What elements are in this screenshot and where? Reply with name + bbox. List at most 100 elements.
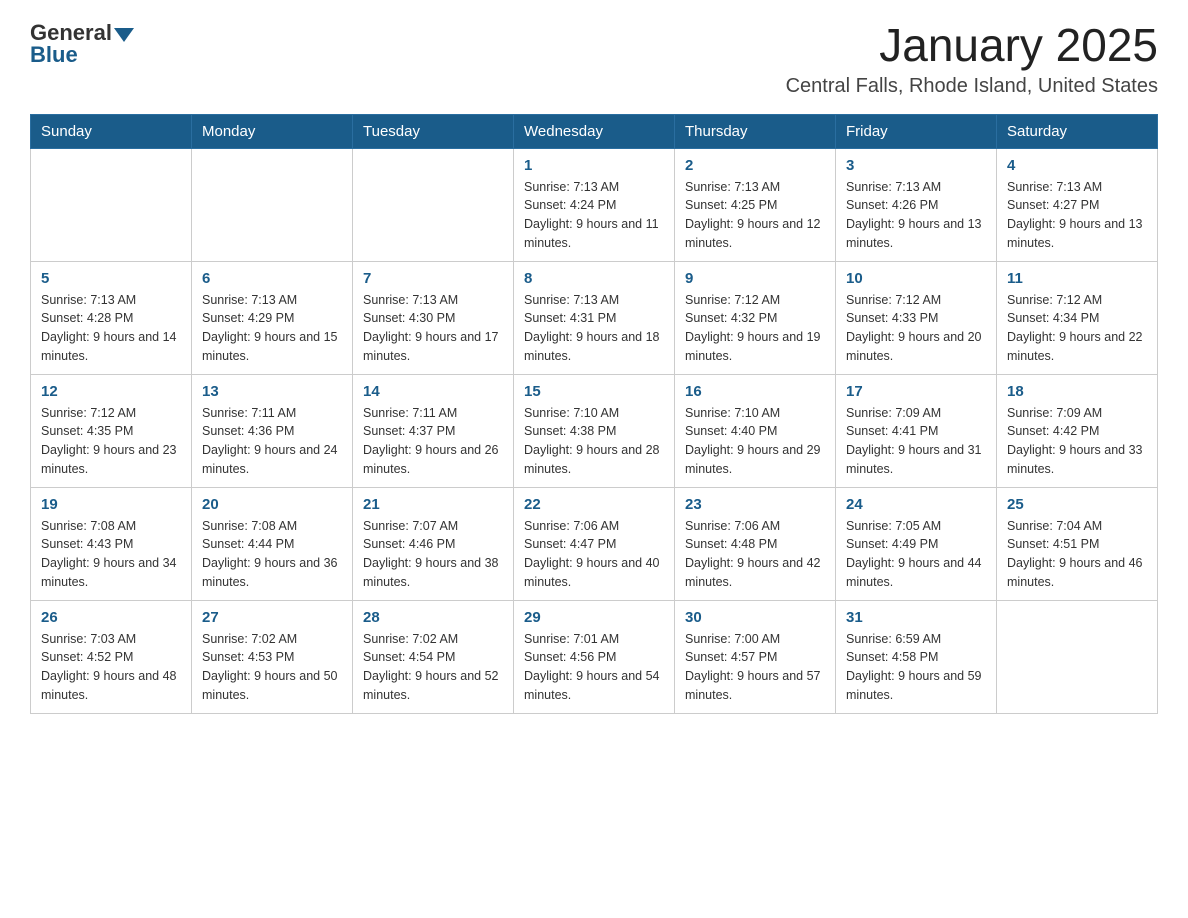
day-number: 15: [524, 383, 664, 400]
header-day-saturday: Saturday: [997, 114, 1158, 148]
day-number: 20: [202, 496, 342, 513]
calendar-cell: 27 Sunrise: 7:02 AMSunset: 4:53 PMDayligh…: [192, 600, 353, 713]
day-number: 24: [846, 496, 986, 513]
header-day-friday: Friday: [836, 114, 997, 148]
calendar-cell: 30 Sunrise: 7:00 AMSunset: 4:57 PMDayligh…: [675, 600, 836, 713]
calendar-cell: 28 Sunrise: 7:02 AMSunset: 4:54 PMDayligh…: [353, 600, 514, 713]
calendar-cell: [353, 148, 514, 261]
calendar-cell: 3 Sunrise: 7:13 AMSunset: 4:26 PMDaylight…: [836, 148, 997, 261]
calendar-cell: 10 Sunrise: 7:12 AMSunset: 4:33 PMDayligh…: [836, 261, 997, 374]
header-day-monday: Monday: [192, 114, 353, 148]
day-number: 23: [685, 496, 825, 513]
calendar-header: SundayMondayTuesdayWednesdayThursdayFrid…: [31, 114, 1158, 148]
day-info: Sunrise: 6:59 AMSunset: 4:58 PMDaylight:…: [846, 630, 986, 705]
day-info: Sunrise: 7:05 AMSunset: 4:49 PMDaylight:…: [846, 517, 986, 592]
calendar-cell: 15 Sunrise: 7:10 AMSunset: 4:38 PMDayligh…: [514, 374, 675, 487]
day-number: 14: [363, 383, 503, 400]
calendar-cell: 4 Sunrise: 7:13 AMSunset: 4:27 PMDaylight…: [997, 148, 1158, 261]
day-info: Sunrise: 7:12 AMSunset: 4:35 PMDaylight:…: [41, 404, 181, 479]
calendar-cell: 6 Sunrise: 7:13 AMSunset: 4:29 PMDaylight…: [192, 261, 353, 374]
day-info: Sunrise: 7:08 AMSunset: 4:44 PMDaylight:…: [202, 517, 342, 592]
day-number: 27: [202, 609, 342, 626]
day-info: Sunrise: 7:00 AMSunset: 4:57 PMDaylight:…: [685, 630, 825, 705]
day-info: Sunrise: 7:10 AMSunset: 4:38 PMDaylight:…: [524, 404, 664, 479]
day-number: 19: [41, 496, 181, 513]
calendar-cell: [31, 148, 192, 261]
day-info: Sunrise: 7:02 AMSunset: 4:53 PMDaylight:…: [202, 630, 342, 705]
day-number: 25: [1007, 496, 1147, 513]
calendar-cell: 29Sunrise: 7:01 AMSunset: 4:56 PMDayligh…: [514, 600, 675, 713]
calendar-cell: 22Sunrise: 7:06 AMSunset: 4:47 PMDayligh…: [514, 487, 675, 600]
day-info: Sunrise: 7:13 AMSunset: 4:24 PMDaylight:…: [524, 178, 664, 253]
day-number: 12: [41, 383, 181, 400]
day-info: Sunrise: 7:13 AMSunset: 4:27 PMDaylight:…: [1007, 178, 1147, 253]
calendar-cell: 24 Sunrise: 7:05 AMSunset: 4:49 PMDayligh…: [836, 487, 997, 600]
day-info: Sunrise: 7:13 AMSunset: 4:25 PMDaylight:…: [685, 178, 825, 253]
day-number: 16: [685, 383, 825, 400]
calendar-cell: 13 Sunrise: 7:11 AMSunset: 4:36 PMDayligh…: [192, 374, 353, 487]
day-info: Sunrise: 7:03 AMSunset: 4:52 PMDaylight:…: [41, 630, 181, 705]
day-info: Sunrise: 7:11 AMSunset: 4:37 PMDaylight:…: [363, 404, 503, 479]
title-section: January 2025 Central Falls, Rhode Island…: [786, 20, 1158, 98]
day-info: Sunrise: 7:10 AMSunset: 4:40 PMDaylight:…: [685, 404, 825, 479]
day-info: Sunrise: 7:12 AMSunset: 4:32 PMDaylight:…: [685, 291, 825, 366]
day-number: 5: [41, 270, 181, 287]
calendar-cell: 25 Sunrise: 7:04 AMSunset: 4:51 PMDayligh…: [997, 487, 1158, 600]
header-day-tuesday: Tuesday: [353, 114, 514, 148]
day-number: 31: [846, 609, 986, 626]
day-number: 26: [41, 609, 181, 626]
day-number: 17: [846, 383, 986, 400]
day-number: 18: [1007, 383, 1147, 400]
day-info: Sunrise: 7:12 AMSunset: 4:33 PMDaylight:…: [846, 291, 986, 366]
day-info: Sunrise: 7:09 AMSunset: 4:41 PMDaylight:…: [846, 404, 986, 479]
day-number: 11: [1007, 270, 1147, 287]
week-row-2: 5 Sunrise: 7:13 AMSunset: 4:28 PMDaylight…: [31, 261, 1158, 374]
day-number: 6: [202, 270, 342, 287]
calendar-cell: 31 Sunrise: 6:59 AMSunset: 4:58 PMDayligh…: [836, 600, 997, 713]
week-row-1: 1 Sunrise: 7:13 AMSunset: 4:24 PMDaylight…: [31, 148, 1158, 261]
calendar-cell: 18 Sunrise: 7:09 AMSunset: 4:42 PMDayligh…: [997, 374, 1158, 487]
calendar-cell: 26 Sunrise: 7:03 AMSunset: 4:52 PMDayligh…: [31, 600, 192, 713]
day-number: 3: [846, 157, 986, 174]
day-info: Sunrise: 7:13 AMSunset: 4:26 PMDaylight:…: [846, 178, 986, 253]
header-row: SundayMondayTuesdayWednesdayThursdayFrid…: [31, 114, 1158, 148]
day-number: 8: [524, 270, 664, 287]
day-number: 13: [202, 383, 342, 400]
calendar-cell: 21Sunrise: 7:07 AMSunset: 4:46 PMDayligh…: [353, 487, 514, 600]
day-info: Sunrise: 7:09 AMSunset: 4:42 PMDaylight:…: [1007, 404, 1147, 479]
day-number: 1: [524, 157, 664, 174]
day-info: Sunrise: 7:12 AMSunset: 4:34 PMDaylight:…: [1007, 291, 1147, 366]
calendar-cell: [192, 148, 353, 261]
calendar-cell: 16 Sunrise: 7:10 AMSunset: 4:40 PMDayligh…: [675, 374, 836, 487]
day-number: 7: [363, 270, 503, 287]
calendar-cell: 19 Sunrise: 7:08 AMSunset: 4:43 PMDayligh…: [31, 487, 192, 600]
day-info: Sunrise: 7:13 AMSunset: 4:29 PMDaylight:…: [202, 291, 342, 366]
day-number: 30: [685, 609, 825, 626]
logo-arrow-icon: [114, 28, 134, 42]
day-number: 4: [1007, 157, 1147, 174]
calendar-cell: 8 Sunrise: 7:13 AMSunset: 4:31 PMDaylight…: [514, 261, 675, 374]
day-info: Sunrise: 7:06 AMSunset: 4:48 PMDaylight:…: [685, 517, 825, 592]
day-number: 10: [846, 270, 986, 287]
week-row-5: 26 Sunrise: 7:03 AMSunset: 4:52 PMDayligh…: [31, 600, 1158, 713]
calendar-cell: 9Sunrise: 7:12 AMSunset: 4:32 PMDaylight…: [675, 261, 836, 374]
day-number: 2: [685, 157, 825, 174]
day-info: Sunrise: 7:08 AMSunset: 4:43 PMDaylight:…: [41, 517, 181, 592]
calendar-body: 1 Sunrise: 7:13 AMSunset: 4:24 PMDaylight…: [31, 148, 1158, 713]
calendar-cell: 20 Sunrise: 7:08 AMSunset: 4:44 PMDayligh…: [192, 487, 353, 600]
calendar-cell: 14 Sunrise: 7:11 AMSunset: 4:37 PMDayligh…: [353, 374, 514, 487]
day-info: Sunrise: 7:02 AMSunset: 4:54 PMDaylight:…: [363, 630, 503, 705]
calendar-cell: 17 Sunrise: 7:09 AMSunset: 4:41 PMDayligh…: [836, 374, 997, 487]
day-info: Sunrise: 7:04 AMSunset: 4:51 PMDaylight:…: [1007, 517, 1147, 592]
calendar-cell: [997, 600, 1158, 713]
day-info: Sunrise: 7:13 AMSunset: 4:28 PMDaylight:…: [41, 291, 181, 366]
location-subtitle: Central Falls, Rhode Island, United Stat…: [786, 75, 1158, 98]
logo: General Blue: [30, 20, 134, 68]
day-info: Sunrise: 7:07 AMSunset: 4:46 PMDaylight:…: [363, 517, 503, 592]
calendar-cell: 5 Sunrise: 7:13 AMSunset: 4:28 PMDaylight…: [31, 261, 192, 374]
day-info: Sunrise: 7:11 AMSunset: 4:36 PMDaylight:…: [202, 404, 342, 479]
day-number: 28: [363, 609, 503, 626]
page-header: General Blue January 2025 Central Falls,…: [30, 20, 1158, 98]
day-info: Sunrise: 7:13 AMSunset: 4:31 PMDaylight:…: [524, 291, 664, 366]
header-day-thursday: Thursday: [675, 114, 836, 148]
